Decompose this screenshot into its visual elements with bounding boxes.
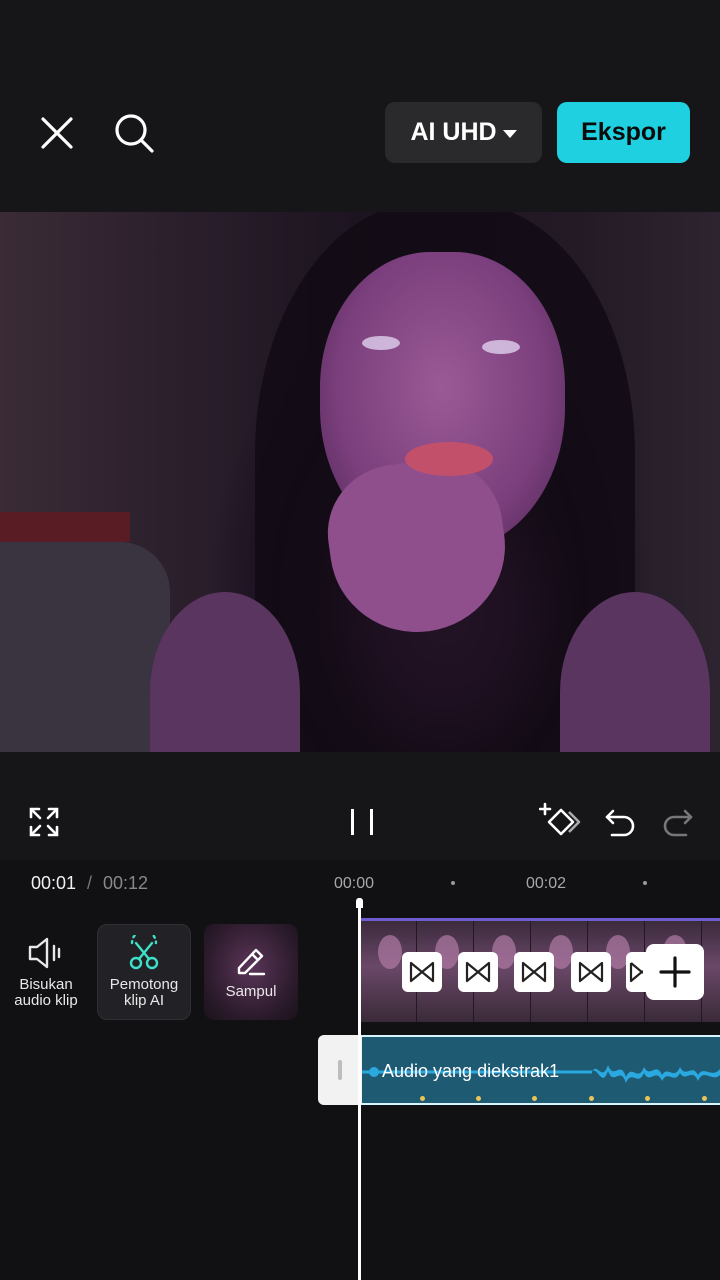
transition-icon bbox=[578, 961, 604, 983]
search-button[interactable] bbox=[108, 107, 160, 159]
transition-icon bbox=[521, 961, 547, 983]
transition-button[interactable] bbox=[402, 952, 442, 992]
pause-icon bbox=[351, 809, 373, 835]
preview-subject-eye bbox=[482, 340, 520, 354]
fullscreen-icon bbox=[29, 807, 59, 837]
playhead[interactable] bbox=[356, 898, 363, 1280]
undo-icon bbox=[605, 809, 635, 837]
beat-marker bbox=[645, 1096, 650, 1101]
transition-icon bbox=[465, 961, 491, 983]
beat-marker bbox=[589, 1096, 594, 1101]
ai-clip-cutter-button[interactable]: Pemotong klip AI bbox=[97, 924, 191, 1020]
quality-label: AI UHD bbox=[410, 118, 497, 146]
current-time: 00:01 bbox=[31, 873, 77, 893]
audio-track-label: Audio yang diekstrak1 bbox=[382, 1061, 560, 1081]
tool-label: klip AI bbox=[123, 992, 165, 1009]
transition-button[interactable] bbox=[571, 952, 611, 992]
ruler-tick bbox=[451, 881, 455, 885]
pencil-icon bbox=[237, 948, 266, 976]
transition-button[interactable] bbox=[458, 952, 498, 992]
tool-label: Sampul bbox=[225, 983, 277, 1000]
ruler-tick bbox=[643, 881, 647, 885]
tool-label: audio klip bbox=[14, 992, 78, 1009]
video-frame-thumbnail bbox=[702, 921, 720, 1022]
search-icon bbox=[115, 114, 154, 153]
beat-marker bbox=[420, 1096, 425, 1101]
audio-track[interactable]: Audio yang diekstrak1 bbox=[362, 1035, 720, 1105]
grip-icon bbox=[338, 1060, 342, 1080]
export-button[interactable]: Ekspor bbox=[557, 102, 690, 163]
preview-subject-lips bbox=[405, 442, 493, 476]
ruler-label: 00:00 bbox=[334, 875, 375, 892]
keyframe-add-icon bbox=[539, 802, 581, 836]
transition-icon bbox=[629, 962, 643, 983]
beat-marker bbox=[476, 1096, 481, 1101]
add-clip-button[interactable] bbox=[646, 944, 704, 1000]
ruler-label: 00:02 bbox=[526, 875, 567, 892]
plus-icon bbox=[659, 956, 691, 988]
pause-button[interactable] bbox=[340, 800, 384, 844]
close-button[interactable] bbox=[31, 107, 83, 159]
fullscreen-button[interactable] bbox=[22, 800, 66, 844]
audio-trim-handle[interactable] bbox=[318, 1035, 362, 1105]
keyframe-button[interactable] bbox=[538, 800, 584, 844]
time-separator: / bbox=[87, 873, 93, 893]
redo-icon bbox=[663, 809, 693, 837]
close-icon bbox=[41, 117, 73, 149]
chevron-down-icon bbox=[502, 129, 517, 138]
cover-button[interactable]: Sampul bbox=[204, 924, 298, 1020]
preview-background-object bbox=[0, 542, 170, 752]
video-preview[interactable] bbox=[0, 212, 720, 752]
beat-marker bbox=[702, 1096, 707, 1101]
speaker-icon bbox=[28, 937, 61, 969]
ai-scissors-icon bbox=[129, 935, 159, 970]
redo-button[interactable] bbox=[656, 800, 700, 844]
undo-button[interactable] bbox=[598, 800, 642, 844]
transition-button[interactable] bbox=[626, 952, 646, 992]
tool-label: Bisukan bbox=[19, 976, 73, 993]
mute-clip-audio-button[interactable]: Bisukan audio klip bbox=[0, 924, 92, 1020]
transition-icon bbox=[409, 961, 435, 983]
beat-marker bbox=[532, 1096, 537, 1101]
tool-label: Pemotong bbox=[109, 976, 179, 993]
total-time: 00:12 bbox=[103, 873, 149, 893]
quality-dropdown[interactable]: AI UHD bbox=[385, 102, 542, 163]
transition-button[interactable] bbox=[514, 952, 554, 992]
preview-subject-eye bbox=[362, 336, 400, 350]
preview-background-object bbox=[0, 512, 130, 542]
